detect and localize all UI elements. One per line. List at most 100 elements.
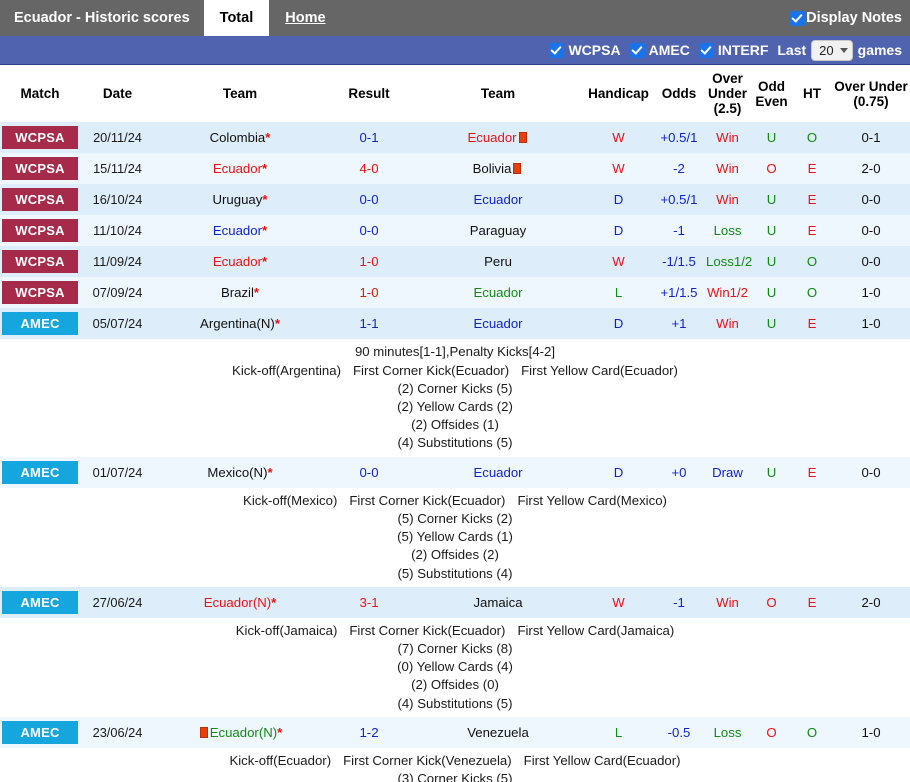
home-team-cell[interactable]: Ecuador(N)* <box>155 717 325 748</box>
col-odds[interactable]: Odds <box>654 65 704 122</box>
away-team-cell[interactable]: Bolivia <box>413 153 583 184</box>
home-team-cell[interactable]: Ecuador* <box>155 246 325 277</box>
wdl-cell: W <box>583 153 654 184</box>
col-result[interactable]: Result <box>325 65 413 122</box>
match-cell[interactable]: WCPSA <box>0 122 80 153</box>
red-card-icon <box>513 163 521 174</box>
wcpsa-checkbox[interactable] <box>549 43 564 58</box>
amec-checkbox[interactable] <box>630 43 645 58</box>
over-under-25-cell: U <box>751 184 792 215</box>
match-badge: WCPSA <box>2 126 78 149</box>
col-match[interactable]: Match <box>0 65 80 122</box>
col-over-under-25[interactable]: Over Under (2.5) <box>704 65 751 122</box>
match-cell[interactable]: AMEC <box>0 308 80 339</box>
ht-cell: 0-1 <box>832 122 910 153</box>
date-cell: 01/07/24 <box>80 457 155 488</box>
table-row[interactable]: WCPSA07/09/24Brazil*1-0EcuadorL+1/1.5Win… <box>0 277 910 308</box>
filter-wcpsa[interactable]: WCPSA <box>549 42 620 58</box>
wdl-cell: D <box>583 457 654 488</box>
result-cell: 1-1 <box>325 308 413 339</box>
notes-first-event: Kick-off(Jamaica) <box>236 622 338 640</box>
table-row[interactable]: WCPSA20/11/24Colombia*0-1EcuadorW+0.5/1W… <box>0 122 910 153</box>
table-row[interactable]: WCPSA16/10/24Uruguay*0-0EcuadorD+0.5/1Wi… <box>0 184 910 215</box>
odd-even-cell: O <box>792 277 832 308</box>
tab-home[interactable]: Home <box>269 0 341 36</box>
match-badge: WCPSA <box>2 157 78 180</box>
tab-total[interactable]: Total <box>204 0 270 36</box>
handicap-cell: +1/1.5 <box>654 277 704 308</box>
filter-interf[interactable]: INTERF <box>699 42 769 58</box>
match-cell[interactable]: AMEC <box>0 457 80 488</box>
handicap-cell: +0.5/1 <box>654 122 704 153</box>
games-count-select[interactable]: 20 <box>811 40 852 61</box>
notes-row: Kick-off(Jamaica)First Corner Kick(Ecuad… <box>0 618 910 717</box>
home-team-cell[interactable]: Ecuador* <box>155 215 325 246</box>
date-cell: 15/11/24 <box>80 153 155 184</box>
ht-cell: 1-0 <box>832 308 910 339</box>
display-notes-label: Display Notes <box>806 10 902 26</box>
col-handicap[interactable]: Handicap <box>583 65 654 122</box>
away-team-cell[interactable]: Jamaica <box>413 587 583 618</box>
notes-first-event: First Corner Kick(Venezuela) <box>343 752 512 770</box>
away-team-cell[interactable]: Ecuador <box>413 308 583 339</box>
match-cell[interactable]: WCPSA <box>0 246 80 277</box>
table-row[interactable]: AMEC23/06/24Ecuador(N)*1-2VenezuelaL-0.5… <box>0 717 910 748</box>
away-team-cell[interactable]: Ecuador <box>413 122 583 153</box>
col-team-home[interactable]: Team <box>155 65 325 122</box>
team-name: Colombia <box>210 130 266 145</box>
col-date[interactable]: Date <box>80 65 155 122</box>
home-team-cell[interactable]: Argentina(N)* <box>155 308 325 339</box>
odd-even-cell: E <box>792 153 832 184</box>
top-tab-bar: Ecuador - Historic scores Total Home Dis… <box>0 0 910 36</box>
date-cell: 11/10/24 <box>80 215 155 246</box>
notes-stat: (2) Offsides (0) <box>2 676 908 694</box>
col-odd-even[interactable]: Odd Even <box>751 65 792 122</box>
interf-checkbox[interactable] <box>699 43 714 58</box>
home-team-cell[interactable]: Brazil* <box>155 277 325 308</box>
display-notes-checkbox[interactable] <box>790 11 805 26</box>
match-cell[interactable]: AMEC <box>0 587 80 618</box>
page-title: Ecuador - Historic scores <box>0 0 204 36</box>
notes-row: 90 minutes[1-1],Penalty Kicks[4-2]Kick-o… <box>0 339 910 456</box>
match-badge: WCPSA <box>2 188 78 211</box>
display-notes-group[interactable]: Display Notes <box>790 0 910 36</box>
match-cell[interactable]: AMEC <box>0 717 80 748</box>
col-team-away[interactable]: Team <box>413 65 583 122</box>
away-team-cell[interactable]: Ecuador <box>413 277 583 308</box>
home-team-cell[interactable]: Ecuador* <box>155 153 325 184</box>
ht-cell: 0-0 <box>832 246 910 277</box>
filter-bar: WCPSA AMEC INTERF Last 20 games <box>0 36 910 65</box>
notes-first-event: Kick-off(Mexico) <box>243 492 337 510</box>
table-row[interactable]: WCPSA11/10/24Ecuador*0-0ParaguayD-1LossU… <box>0 215 910 246</box>
table-row[interactable]: WCPSA11/09/24Ecuador*1-0PeruW-1/1.5Loss1… <box>0 246 910 277</box>
team-name: Ecuador <box>213 254 262 269</box>
away-team-cell[interactable]: Ecuador <box>413 457 583 488</box>
match-cell[interactable]: WCPSA <box>0 277 80 308</box>
home-team-cell[interactable]: Colombia* <box>155 122 325 153</box>
away-team-cell[interactable]: Ecuador <box>413 184 583 215</box>
filter-amec[interactable]: AMEC <box>630 42 690 58</box>
away-team-cell[interactable]: Peru <box>413 246 583 277</box>
home-team-cell[interactable]: Ecuador(N)* <box>155 587 325 618</box>
team-name: Ecuador <box>473 316 522 331</box>
table-row[interactable]: AMEC05/07/24Argentina(N)*1-1EcuadorD+1Wi… <box>0 308 910 339</box>
away-team-cell[interactable]: Paraguay <box>413 215 583 246</box>
col-over-under-075[interactable]: Over Under (0.75) <box>832 65 910 122</box>
table-row[interactable]: WCPSA15/11/24Ecuador*4-0BoliviaW-2WinOE2… <box>0 153 910 184</box>
wdl-cell: D <box>583 308 654 339</box>
table-row[interactable]: AMEC01/07/24Mexico(N)*0-0EcuadorD+0DrawU… <box>0 457 910 488</box>
over-under-25-cell: U <box>751 215 792 246</box>
home-team-cell[interactable]: Mexico(N)* <box>155 457 325 488</box>
match-cell[interactable]: WCPSA <box>0 153 80 184</box>
match-cell[interactable]: WCPSA <box>0 184 80 215</box>
away-team-cell[interactable]: Venezuela <box>413 717 583 748</box>
match-cell[interactable]: WCPSA <box>0 215 80 246</box>
result-cell: 1-0 <box>325 246 413 277</box>
table-row[interactable]: AMEC27/06/24Ecuador(N)*3-1JamaicaW-1WinO… <box>0 587 910 618</box>
match-notes: Kick-off(Jamaica)First Corner Kick(Ecuad… <box>0 618 910 717</box>
col-ht[interactable]: HT <box>792 65 832 122</box>
home-team-cell[interactable]: Uruguay* <box>155 184 325 215</box>
result-cell: 0-0 <box>325 215 413 246</box>
result-cell: 3-1 <box>325 587 413 618</box>
odds-cell: Win <box>704 587 751 618</box>
